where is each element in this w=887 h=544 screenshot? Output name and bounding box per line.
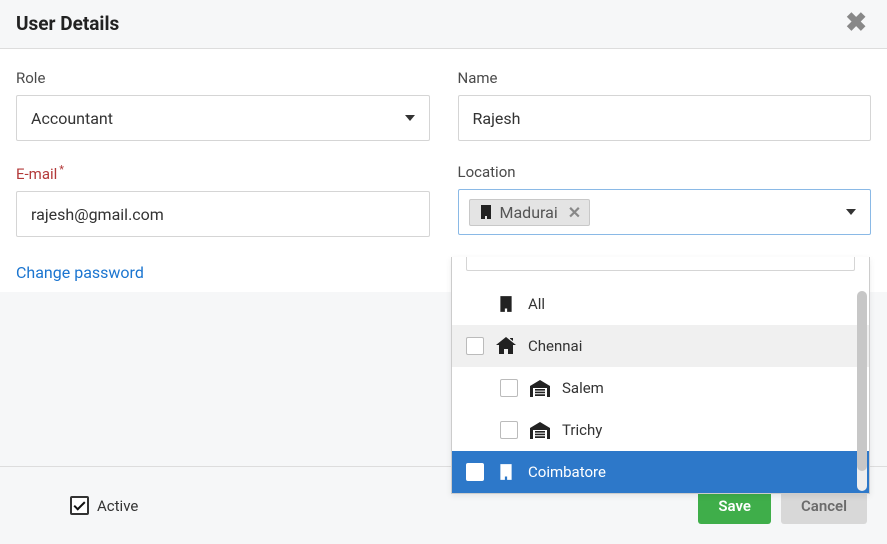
warehouse-icon: [530, 380, 550, 397]
option-label: Salem: [562, 379, 604, 397]
right-column: Name Rajesh Location Madurai ✕: [458, 69, 872, 282]
location-chip-label: Madurai: [500, 203, 558, 222]
location-option-list: All Chennai Salem Trichy Coimbatore: [452, 283, 869, 493]
user-details-modal: User Details ✖ Role Accountant E-mail* r…: [0, 0, 887, 544]
email-label: E-mail*: [16, 163, 430, 183]
chevron-down-icon: [846, 209, 856, 215]
location-option-coimbatore[interactable]: Coimbatore: [452, 451, 869, 493]
dropdown-scrollbar[interactable]: [857, 291, 867, 491]
option-checkbox[interactable]: [500, 379, 518, 397]
option-checkbox[interactable]: [466, 463, 484, 481]
warehouse-icon: [530, 422, 550, 439]
role-select[interactable]: Accountant: [16, 95, 430, 141]
option-checkbox[interactable]: [500, 421, 518, 439]
option-checkbox[interactable]: [466, 337, 484, 355]
chevron-down-icon: [405, 115, 415, 121]
location-field-group: Location Madurai ✕: [458, 163, 872, 235]
email-input[interactable]: rajesh@gmail.com: [16, 191, 430, 237]
close-icon[interactable]: ✖: [845, 10, 867, 36]
check-icon: [73, 498, 85, 510]
option-label: Coimbatore: [528, 463, 606, 481]
option-label: All: [528, 295, 545, 313]
role-label: Role: [16, 69, 430, 87]
email-label-text: E-mail: [16, 165, 57, 183]
active-checkbox[interactable]: [70, 496, 89, 515]
name-value: Rajesh: [473, 109, 521, 128]
building-icon: [496, 463, 516, 481]
location-label: Location: [458, 163, 872, 181]
name-label: Name: [458, 69, 872, 87]
location-option-salem[interactable]: Salem: [452, 367, 869, 409]
location-multiselect[interactable]: Madurai ✕: [458, 189, 872, 235]
email-field-group: E-mail* rajesh@gmail.com: [16, 163, 430, 237]
left-column: Role Accountant E-mail* rajesh@gmail.com…: [16, 69, 430, 282]
option-label: Chennai: [528, 337, 582, 355]
active-checkbox-row[interactable]: Active: [70, 496, 138, 515]
email-value: rajesh@gmail.com: [31, 205, 164, 224]
role-field: Role Accountant: [16, 69, 430, 141]
location-option-chennai[interactable]: Chennai: [452, 325, 869, 367]
modal-header: User Details ✖: [0, 0, 887, 49]
location-chip-madurai[interactable]: Madurai ✕: [469, 199, 591, 226]
building-icon: [496, 295, 516, 313]
required-asterisk: *: [59, 163, 64, 176]
scrollbar-thumb[interactable]: [857, 291, 867, 471]
location-option-all[interactable]: All: [452, 283, 869, 325]
modal-body: Role Accountant E-mail* rajesh@gmail.com…: [0, 49, 887, 292]
active-label: Active: [97, 497, 138, 515]
building-icon: [478, 204, 494, 220]
chip-remove-icon[interactable]: ✕: [568, 203, 581, 222]
location-dropdown: All Chennai Salem Trichy Coimbatore: [451, 257, 870, 494]
home-icon: [496, 337, 516, 355]
change-password-link[interactable]: Change password: [16, 263, 430, 282]
location-filter-input[interactable]: [466, 257, 855, 271]
role-value: Accountant: [31, 109, 113, 128]
option-label: Trichy: [562, 421, 602, 439]
name-input[interactable]: Rajesh: [458, 95, 872, 141]
location-option-trichy[interactable]: Trichy: [452, 409, 869, 451]
modal-title: User Details: [16, 12, 119, 35]
name-field-group: Name Rajesh: [458, 69, 872, 141]
